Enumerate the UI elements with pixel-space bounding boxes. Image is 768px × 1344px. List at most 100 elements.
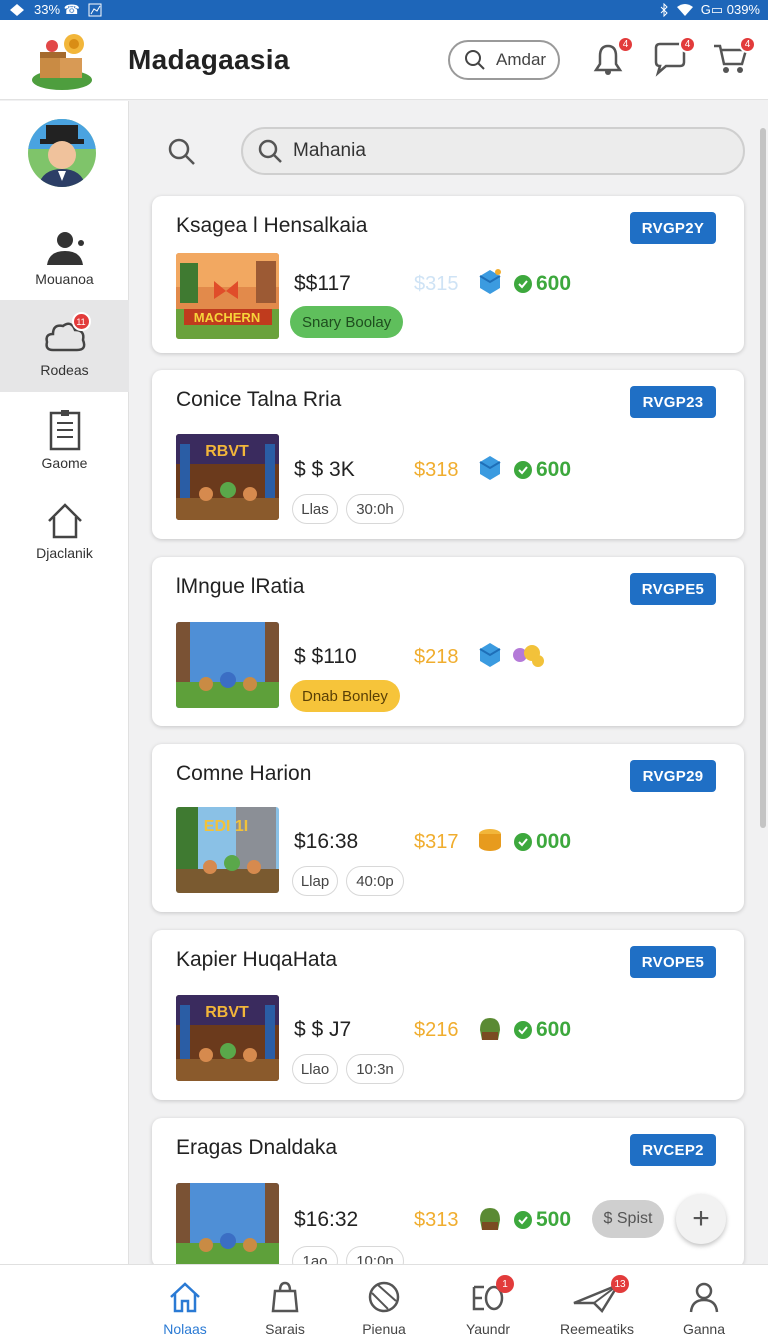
app-header: Madagaasia Amdar 4 4 4 bbox=[0, 20, 768, 100]
code-badge[interactable]: RVOPE5 bbox=[630, 946, 716, 978]
sidebar-item-label: Rodeas bbox=[40, 362, 89, 378]
chart-icon bbox=[88, 3, 102, 17]
flower-gem-icon bbox=[513, 645, 544, 667]
check-icon bbox=[514, 275, 532, 293]
status-left-text: 33% ☎ bbox=[34, 2, 80, 17]
price: $ $110 bbox=[294, 645, 357, 668]
sidebar-item-djaclanik[interactable]: Djaclanik bbox=[0, 483, 129, 575]
secondary-price: $313 bbox=[414, 1209, 459, 1231]
nav-item-pienua[interactable]: Pienua bbox=[334, 1279, 434, 1337]
list-item[interactable]: lMngue lRatia RVGPE5 $ $110 $218 Dnab Bo… bbox=[152, 557, 744, 726]
card-title: Comne Harion bbox=[176, 762, 312, 785]
nav-item-yaundr[interactable]: 1 Yaundr bbox=[438, 1275, 538, 1337]
score-value: 600 bbox=[536, 458, 572, 481]
user-avatar-icon bbox=[28, 119, 96, 187]
code-badge[interactable]: RVGP23 bbox=[630, 386, 716, 418]
code-badge[interactable]: RVCEP2 bbox=[630, 1134, 716, 1166]
bottom-nav: Nolaas Sarais Pienua 1 Yaundr 13 Reemeat… bbox=[0, 1264, 768, 1344]
nav-item-sarais[interactable]: Sarais bbox=[235, 1279, 335, 1337]
status-tag[interactable]: Dnab Bonley bbox=[290, 680, 400, 712]
game-thumbnail[interactable] bbox=[176, 622, 279, 708]
scrollbar[interactable] bbox=[760, 128, 766, 828]
chip[interactable]: Llap bbox=[292, 866, 338, 896]
list-item[interactable]: Comne Harion RVGP29 EDI 1I $16:38 $317 0… bbox=[152, 744, 744, 912]
app-logo[interactable] bbox=[30, 28, 94, 92]
blue-gem-icon bbox=[479, 269, 501, 294]
search-icon[interactable] bbox=[166, 136, 198, 168]
nav-label: Ganna bbox=[682, 1321, 726, 1337]
document-icon bbox=[49, 410, 80, 451]
nav-label: Nolaas bbox=[163, 1321, 207, 1337]
nav-label: Yaundr bbox=[465, 1321, 511, 1337]
nav-item-reemeatiks[interactable]: 13 Reemeatiks bbox=[547, 1275, 647, 1337]
code-badge[interactable]: RVGP2Y bbox=[630, 212, 716, 244]
nav-badge: 1 bbox=[496, 1275, 514, 1293]
thumbnail-text: EDI 1I bbox=[204, 818, 248, 835]
secondary-price: $315 bbox=[414, 273, 459, 295]
home-icon bbox=[170, 1282, 200, 1313]
card-title: Ksagea l Hensalkaia bbox=[176, 214, 368, 237]
app-icon bbox=[10, 4, 24, 16]
messages-badge: 4 bbox=[679, 36, 696, 53]
search-input[interactable]: Mahania bbox=[241, 127, 745, 175]
header-messages-button[interactable]: 4 bbox=[650, 36, 696, 82]
blue-gem-icon bbox=[479, 643, 501, 667]
score-value: 600 bbox=[536, 272, 572, 295]
code-badge[interactable]: RVGPE5 bbox=[630, 573, 716, 605]
header-search-label: Amdar bbox=[496, 50, 547, 69]
price: $ $ 3K bbox=[294, 458, 355, 481]
sidebar: Mouanoa 11 Rodeas Gaome Djaclanik bbox=[0, 101, 129, 1264]
sidebar-item-gaome[interactable]: Gaome bbox=[0, 393, 129, 485]
bluetooth-icon bbox=[660, 3, 668, 17]
gold-coin-icon bbox=[479, 829, 501, 851]
game-image: MACHERN bbox=[176, 253, 279, 339]
game-thumbnail[interactable]: EDI 1I bbox=[176, 807, 279, 893]
spist-button[interactable]: $ Spist bbox=[592, 1200, 664, 1238]
game-thumbnail[interactable]: RBVT bbox=[176, 995, 279, 1081]
wifi-icon bbox=[676, 4, 693, 16]
nav-item-nolaas[interactable]: Nolaas bbox=[135, 1279, 235, 1337]
score: 600 bbox=[514, 272, 571, 296]
sidebar-item-rodeas[interactable]: 11 Rodeas bbox=[0, 300, 129, 392]
chip[interactable]: Llas bbox=[292, 494, 338, 524]
price: $16:38 bbox=[294, 830, 359, 853]
check-icon bbox=[514, 1211, 532, 1229]
header-notification-button[interactable]: 4 bbox=[588, 36, 634, 82]
status-right-text: G▭ 039% bbox=[700, 2, 760, 17]
app-title: Madagaasia bbox=[128, 44, 290, 75]
sidebar-item-label: Mouanoa bbox=[35, 271, 94, 287]
list-item[interactable]: Ksagea l Hensalkaia RVGP2Y MACHERN $$117… bbox=[152, 196, 744, 353]
add-button[interactable]: + bbox=[676, 1194, 726, 1244]
time-chip[interactable]: 40:0p bbox=[346, 866, 404, 896]
secondary-price: $318 bbox=[414, 459, 459, 481]
thumbnail-text: RBVT bbox=[205, 1004, 249, 1021]
avatar[interactable] bbox=[28, 119, 96, 187]
code-badge[interactable]: RVGP29 bbox=[630, 760, 716, 792]
list-item[interactable]: Kapier HuqaHata RVOPE5 RBVT $ $ J7 $216 … bbox=[152, 930, 744, 1100]
list-item[interactable]: Conice Talna Rria RVGP23 RBVT $ $ 3K $31… bbox=[152, 370, 744, 539]
header-cart-button[interactable]: 4 bbox=[710, 36, 756, 82]
notification-badge: 4 bbox=[617, 36, 634, 53]
blue-gem-icon bbox=[479, 456, 501, 480]
status-tag[interactable]: Snary Boolay bbox=[290, 306, 404, 338]
game-image: RBVT bbox=[176, 995, 279, 1081]
check-icon bbox=[514, 1021, 532, 1039]
nav-item-ganna[interactable]: Ganna bbox=[654, 1279, 754, 1337]
secondary-price: $218 bbox=[414, 646, 459, 668]
game-thumbnail[interactable] bbox=[176, 1183, 279, 1269]
header-search-button[interactable]: Amdar bbox=[448, 40, 560, 80]
time-chip[interactable]: 30:0h bbox=[346, 494, 404, 524]
home-icon bbox=[47, 503, 82, 539]
list-item[interactable]: Eragas Dnaldaka RVCEP2 $16:32 $313 500 $… bbox=[152, 1118, 744, 1276]
score-value: 000 bbox=[536, 830, 572, 853]
price: $16:32 bbox=[294, 1208, 359, 1231]
chip[interactable]: Llao bbox=[292, 1054, 338, 1084]
time-chip[interactable]: 10:3n bbox=[346, 1054, 404, 1084]
nav-label: Reemeatiks bbox=[560, 1321, 634, 1337]
secondary-price: $317 bbox=[414, 831, 459, 853]
game-thumbnail[interactable]: MACHERN bbox=[176, 253, 279, 339]
sidebar-item-label: Gaome bbox=[41, 455, 88, 471]
game-image bbox=[176, 1183, 279, 1269]
sidebar-item-mouanoa[interactable]: Mouanoa bbox=[0, 209, 129, 301]
game-thumbnail[interactable]: RBVT bbox=[176, 434, 279, 520]
